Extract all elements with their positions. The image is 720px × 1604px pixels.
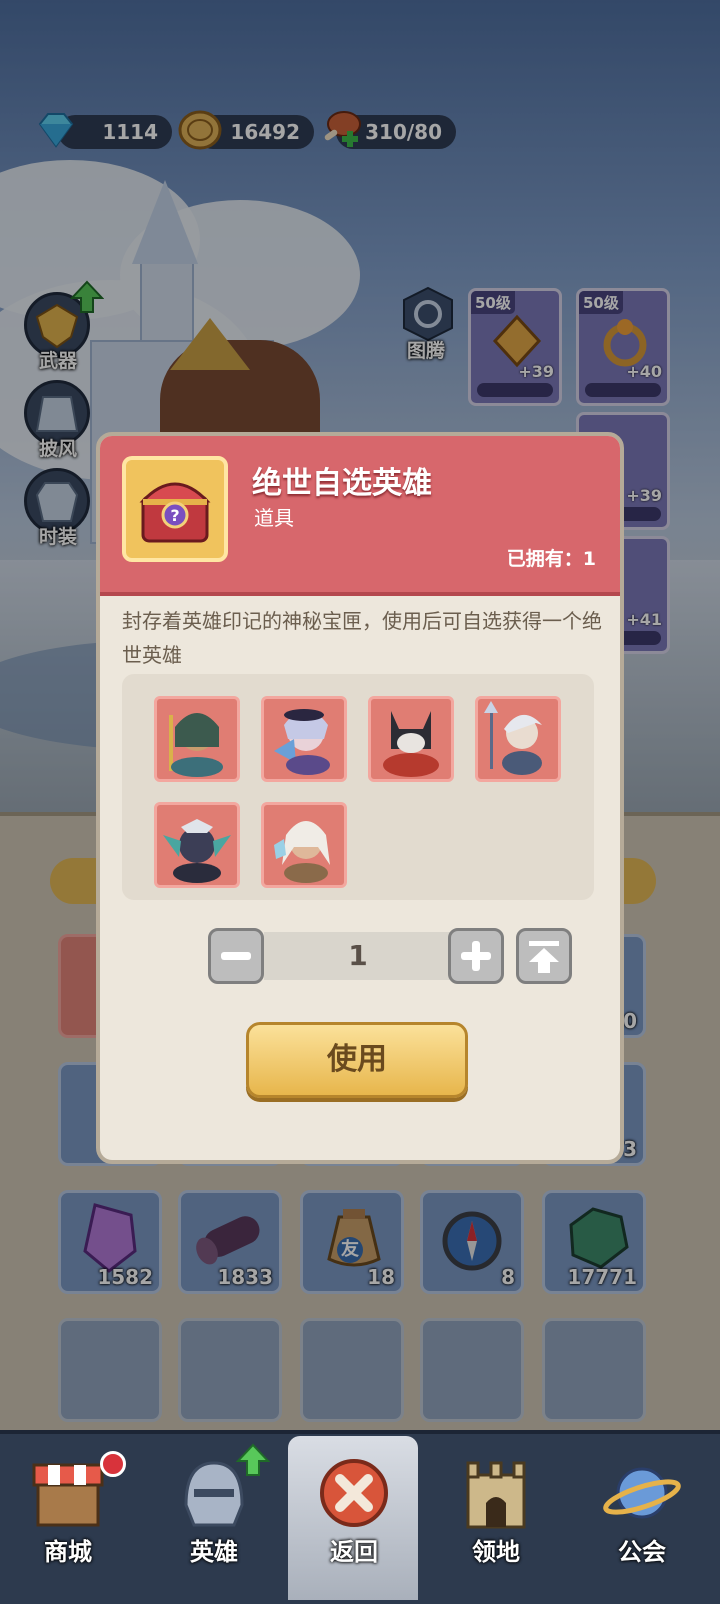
notification-dot [100, 1451, 126, 1477]
nav-back-label: 返回 [330, 1538, 378, 1566]
use-button[interactable]: 使用 [246, 1022, 468, 1098]
fan-mage-hero-icon [274, 709, 330, 775]
dialog-title: 绝世自选英雄 [252, 466, 432, 501]
nav-territory-label: 领地 [472, 1538, 520, 1566]
svg-text:?: ? [170, 506, 179, 525]
quantity-value: 1 [348, 939, 368, 972]
dark-wing-hero-icon [163, 819, 231, 883]
hero-option[interactable] [475, 696, 561, 782]
hero-option[interactable] [261, 696, 347, 782]
use-button-label: 使用 [327, 1042, 387, 1077]
castle-icon [466, 1461, 526, 1529]
hero-choice-grid [122, 674, 594, 900]
max-quantity-button[interactable] [516, 928, 572, 984]
item-description: 封存着英雄印记的神秘宝匣，使用后可自选获得一个绝世英雄 [122, 609, 602, 667]
trident-hero-icon [169, 713, 223, 777]
shop-stall-icon [32, 1463, 104, 1527]
item-detail-dialog: ? 绝世自选英雄 道具 已拥有：1 封存着英雄印记的神秘宝匣，使用后可自选获得一… [96, 432, 624, 1164]
hero-option[interactable] [261, 802, 347, 888]
close-icon [320, 1459, 388, 1527]
silver-knight-hero-icon [484, 701, 542, 775]
nav-guild[interactable]: 公会 [582, 1455, 702, 1595]
dialog-header: ? 绝世自选英雄 道具 已拥有：1 [100, 436, 620, 596]
nav-guild-label: 公会 [618, 1538, 666, 1566]
nav-back[interactable]: 返回 [294, 1455, 414, 1595]
owned-count: 已拥有：1 [506, 548, 596, 570]
nav-territory[interactable]: 领地 [436, 1455, 556, 1595]
upgrade-arrow-icon [236, 1443, 270, 1476]
nav-shop-label: 商城 [44, 1538, 92, 1566]
white-sage-hero-icon [274, 821, 330, 883]
hero-option[interactable] [154, 696, 240, 782]
treasure-chest-icon: ? [139, 482, 211, 543]
hero-option[interactable] [154, 802, 240, 888]
decrease-quantity-button[interactable] [208, 928, 264, 984]
max-arrow-icon [529, 941, 559, 973]
nav-heroes[interactable]: 英雄 [154, 1443, 274, 1595]
minus-icon [221, 952, 251, 960]
black-wolf-hero-icon [383, 711, 439, 777]
increase-quantity-button[interactable] [448, 928, 504, 984]
dialog-subtitle: 道具 [254, 506, 294, 530]
item-icon-frame: ? [122, 456, 228, 562]
hero-option[interactable] [368, 696, 454, 782]
planet-icon [603, 1467, 681, 1519]
plus-icon [461, 941, 491, 971]
nav-shop[interactable]: 商城 [8, 1451, 128, 1595]
nav-heroes-label: 英雄 [190, 1538, 238, 1566]
